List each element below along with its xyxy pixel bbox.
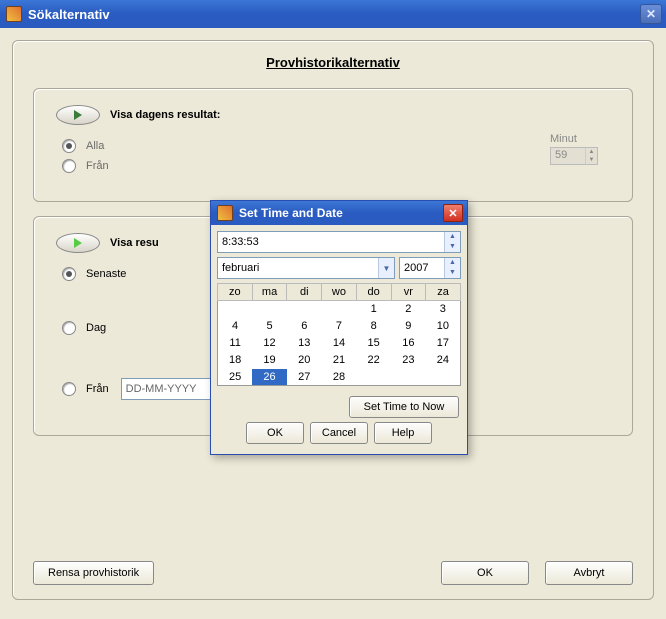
modal-title: Set Time and Date [239,206,343,220]
app-icon [6,6,22,22]
section-today-header: Visa dagens resultat: [56,105,610,125]
calendar-day-cell[interactable]: 22 [356,352,391,369]
calendar-day-cell [218,301,253,318]
play-today-button[interactable] [56,105,100,125]
calendar-day-cell [356,369,391,386]
radio-all-row[interactable]: Alla [62,139,610,153]
time-input[interactable] [218,232,444,252]
calendar-day-cell[interactable]: 5 [252,318,287,335]
month-dropdown-icon[interactable]: ▼ [378,258,394,278]
calendar-day-cell [322,301,357,318]
modal-help-button[interactable]: Help [374,422,432,444]
section-today: Visa dagens resultat: Alla Från Minut 59… [33,88,633,202]
section-today-label: Visa dagens resultat: [110,109,220,121]
calendar-weekday-header: zo [218,284,253,301]
calendar-day-cell[interactable]: 15 [356,335,391,352]
year-spinner[interactable]: ▲▼ [444,258,460,278]
calendar-day-cell[interactable]: 23 [391,352,426,369]
ok-button[interactable]: OK [441,561,529,585]
time-spinner[interactable]: ▲▼ [444,232,460,252]
bottom-row: Rensa provhistorik OK Avbryt [33,561,633,585]
radio-from-label: Från [86,160,109,172]
calendar-day-cell[interactable]: 12 [252,335,287,352]
minute-spinner[interactable]: ▲▼ [585,148,597,164]
radio-from[interactable] [62,159,76,173]
date-from-field[interactable] [121,378,211,400]
radio-latest[interactable] [62,267,76,281]
calendar-day-cell[interactable]: 11 [218,335,253,352]
calendar-day-cell[interactable]: 2 [391,301,426,318]
radio-day[interactable] [62,321,76,335]
play-results-button[interactable] [56,233,100,253]
calendar-weekday-header: di [287,284,322,301]
clear-history-button[interactable]: Rensa provhistorik [33,561,154,585]
calendar-day-cell[interactable]: 16 [391,335,426,352]
titlebar: Sökalternativ ✕ [0,0,666,28]
minute-block: Minut 59 ▲▼ [550,133,598,165]
radio-fromrange[interactable] [62,382,76,396]
time-field[interactable]: ▲▼ [217,231,461,253]
minute-field[interactable]: 59 ▲▼ [550,147,598,165]
modal-ok-button[interactable]: OK [246,422,304,444]
calendar-day-cell[interactable]: 4 [218,318,253,335]
calendar-day-cell[interactable]: 26 [252,369,287,386]
radio-all[interactable] [62,139,76,153]
calendar-grid: zomadiwodovrza 1234567891011121314151617… [217,283,461,386]
calendar-weekday-header: wo [322,284,357,301]
calendar-day-cell[interactable]: 1 [356,301,391,318]
calendar-day-cell[interactable]: 27 [287,369,322,386]
modal-close-button[interactable]: ✕ [443,204,463,222]
year-input[interactable] [400,258,444,278]
calendar-day-cell [252,301,287,318]
close-button[interactable]: ✕ [640,4,662,24]
cancel-button[interactable]: Avbryt [545,561,633,585]
calendar-day-cell[interactable]: 21 [322,352,357,369]
calendar-day-cell[interactable]: 17 [426,335,461,352]
minute-label: Minut [550,133,598,145]
radio-latest-label: Senaste [86,268,126,280]
modal-titlebar: Set Time and Date ✕ [211,201,467,225]
minute-value: 59 [555,149,567,161]
calendar-day-cell[interactable]: 10 [426,318,461,335]
modal-body: ▲▼ ▼ ▲▼ zomadiwodovrza 12345678910111213… [211,225,467,454]
page-title: Provhistorikalternativ [33,55,633,70]
calendar-day-cell[interactable]: 25 [218,369,253,386]
calendar-weekday-header: do [356,284,391,301]
radio-day-label: Dag [86,322,106,334]
calendar-day-cell[interactable]: 28 [322,369,357,386]
calendar-day-cell[interactable]: 7 [322,318,357,335]
radio-from-row[interactable]: Från [62,159,610,173]
calendar-day-cell[interactable]: 14 [322,335,357,352]
radio-all-label: Alla [86,140,104,152]
calendar-day-cell[interactable]: 9 [391,318,426,335]
calendar-day-cell[interactable]: 19 [252,352,287,369]
window-body: Provhistorikalternativ Visa dagens resul… [0,28,666,619]
calendar-day-cell[interactable]: 3 [426,301,461,318]
calendar-weekday-header: za [426,284,461,301]
calendar-weekday-header: vr [391,284,426,301]
calendar-day-cell [426,369,461,386]
month-input[interactable] [218,258,378,278]
modal-cancel-button[interactable]: Cancel [310,422,368,444]
month-field[interactable]: ▼ [217,257,395,279]
radio-fromrange-label: Från [86,383,109,395]
set-time-now-button[interactable]: Set Time to Now [349,396,459,418]
section-results-label: Visa resu [110,237,159,249]
calendar-day-cell [287,301,322,318]
calendar-day-cell [391,369,426,386]
calendar-day-cell[interactable]: 13 [287,335,322,352]
calendar-day-cell[interactable]: 20 [287,352,322,369]
window-title: Sökalternativ [28,7,110,22]
set-time-date-dialog: Set Time and Date ✕ ▲▼ ▼ ▲▼ zomadiwodo [210,200,468,455]
calendar-day-cell[interactable]: 6 [287,318,322,335]
calendar-weekday-header: ma [252,284,287,301]
calendar-day-cell[interactable]: 18 [218,352,253,369]
modal-app-icon [217,205,233,221]
calendar-day-cell[interactable]: 8 [356,318,391,335]
year-field[interactable]: ▲▼ [399,257,461,279]
calendar-day-cell[interactable]: 24 [426,352,461,369]
